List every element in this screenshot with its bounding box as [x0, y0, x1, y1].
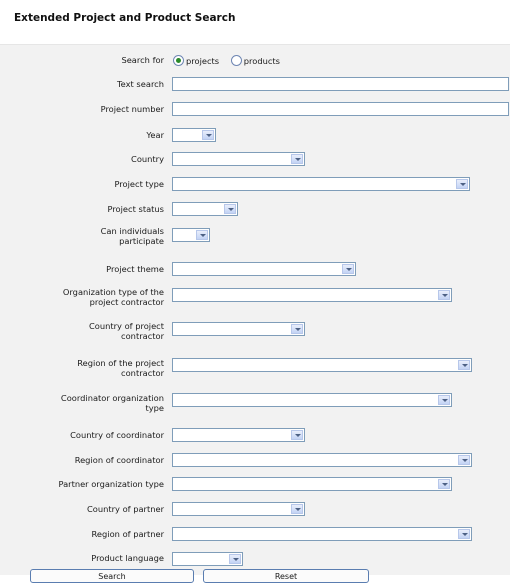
product-language-select[interactable] [172, 552, 243, 566]
country-partner-label: Country of partner [86, 504, 164, 514]
can-individuals-label-line1: Can individuals [100, 226, 164, 236]
year-select[interactable] [172, 128, 216, 142]
chevron-down-icon[interactable] [456, 179, 468, 189]
country-partner-select[interactable] [172, 502, 305, 516]
chevron-down-icon[interactable] [291, 504, 303, 514]
chevron-down-icon[interactable] [202, 130, 214, 140]
country-label: Country [131, 154, 164, 164]
region-partner-select[interactable] [172, 527, 472, 541]
chevron-down-icon[interactable] [458, 360, 470, 370]
products-radio[interactable] [230, 55, 242, 66]
can-individuals-participate-label: Can individuals participate [2, 226, 164, 246]
chevron-down-icon[interactable] [438, 479, 450, 489]
country-contractor-label-line1: Country of project [88, 321, 164, 331]
region-partner-label: Region of partner [91, 529, 164, 539]
region-coordinator-label: Region of coordinator [74, 455, 164, 465]
org-type-contractor-label-line1: Organization type of the [62, 287, 164, 297]
project-type-label: Project type [114, 179, 164, 189]
region-contractor-label-line2: contractor [121, 368, 164, 378]
coordinator-org-type-select[interactable] [172, 393, 452, 407]
year-label: Year [146, 130, 164, 140]
products-radio-label[interactable]: products [244, 56, 280, 66]
chevron-down-icon[interactable] [438, 395, 450, 405]
region-contractor-select[interactable] [172, 358, 472, 372]
projects-radio[interactable] [173, 55, 184, 66]
project-theme-label: Project theme [106, 264, 164, 274]
can-individuals-label-line2: participate [119, 236, 164, 246]
org-type-contractor-select[interactable] [172, 288, 452, 302]
coordinator-org-type-label-line2: type [145, 403, 164, 413]
project-number-input[interactable] [172, 102, 509, 116]
country-select[interactable] [172, 152, 305, 166]
org-type-contractor-label-line2: project contractor [89, 297, 164, 307]
search-for-label: Search for [121, 55, 164, 65]
chevron-down-icon[interactable] [458, 455, 470, 465]
project-status-label: Project status [107, 204, 164, 214]
product-language-label: Product language [91, 553, 164, 563]
partner-org-type-label: Partner organization type [58, 479, 164, 489]
region-contractor-label-line1: Region of the project [77, 358, 164, 368]
chevron-down-icon[interactable] [196, 230, 208, 240]
search-for-radio-group: projects products [173, 55, 289, 66]
chevron-down-icon[interactable] [291, 324, 303, 334]
country-contractor-label-line2: contractor [121, 331, 164, 341]
country-contractor-label: Country of project contractor [2, 321, 164, 341]
country-coordinator-label: Country of coordinator [70, 430, 164, 440]
chevron-down-icon[interactable] [342, 264, 354, 274]
project-status-select[interactable] [172, 202, 238, 216]
coordinator-org-type-label: Coordinator organization type [2, 393, 164, 413]
project-theme-select[interactable] [172, 262, 356, 276]
country-contractor-select[interactable] [172, 322, 305, 336]
text-search-label: Text search [117, 79, 164, 89]
search-form-panel [0, 44, 510, 575]
projects-radio-label[interactable]: projects [186, 56, 219, 66]
coordinator-org-type-label-line1: Coordinator organization [60, 393, 164, 403]
chevron-down-icon[interactable] [229, 554, 241, 564]
can-individuals-participate-select[interactable] [172, 228, 210, 242]
partner-org-type-select[interactable] [172, 477, 452, 491]
text-search-input[interactable] [172, 77, 509, 91]
region-contractor-label: Region of the project contractor [2, 358, 164, 378]
chevron-down-icon[interactable] [438, 290, 450, 300]
chevron-down-icon[interactable] [458, 529, 470, 539]
chevron-down-icon[interactable] [291, 430, 303, 440]
project-type-select[interactable] [172, 177, 470, 191]
project-number-label: Project number [100, 104, 164, 114]
region-coordinator-select[interactable] [172, 453, 472, 467]
page-title: Extended Project and Product Search [14, 12, 236, 24]
country-coordinator-select[interactable] [172, 428, 305, 442]
chevron-down-icon[interactable] [291, 154, 303, 164]
org-type-contractor-label: Organization type of the project contrac… [2, 287, 164, 307]
chevron-down-icon[interactable] [224, 204, 236, 214]
